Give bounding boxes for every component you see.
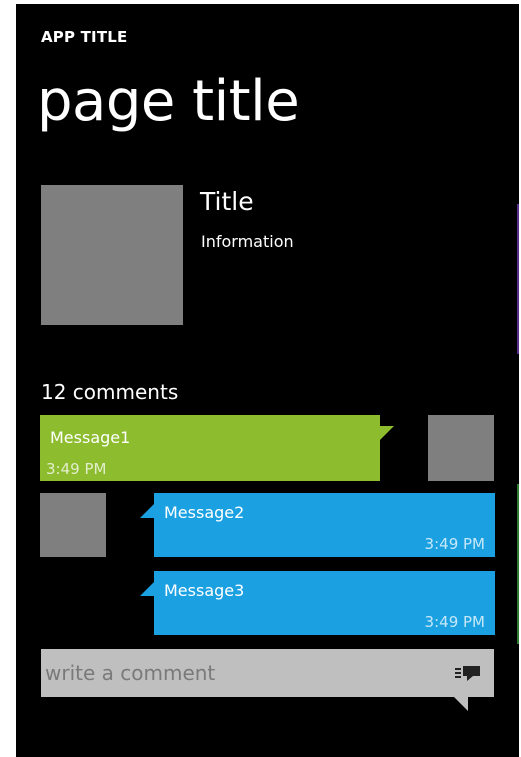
message-bubble-3[interactable]: Message3 3:49 PM [154,571,495,635]
comment-composer [41,649,494,697]
message-time: 3:49 PM [424,613,485,631]
composer-tail [454,697,468,711]
bubble-tail-right [380,426,394,440]
edge-accent-purple [517,204,519,354]
edge-accent-green [517,484,519,644]
item-image-placeholder [41,185,183,325]
avatar[interactable] [40,493,106,557]
message-bubble-1[interactable]: Message1 3:49 PM [40,415,380,481]
bubble-tail-left [140,582,154,596]
message-text: Message2 [164,503,245,522]
message-bubble-2[interactable]: Message2 3:49 PM [154,493,495,557]
item-information: Information [201,232,294,251]
message-text: Message1 [50,428,131,447]
message-time: 3:49 PM [46,460,107,478]
page-title: page title [37,69,300,134]
message-text: Message3 [164,581,245,600]
phone-screen: APP TITLE page title Title Information 1… [16,4,519,757]
message-time: 3:49 PM [424,535,485,553]
app-title: APP TITLE [41,28,128,46]
comments-count: 12 comments [41,380,179,404]
avatar[interactable] [428,415,494,481]
item-title: Title [200,187,254,216]
comment-input[interactable] [41,649,441,697]
bubble-tail-left [140,504,154,518]
send-comment-icon[interactable] [455,665,481,681]
